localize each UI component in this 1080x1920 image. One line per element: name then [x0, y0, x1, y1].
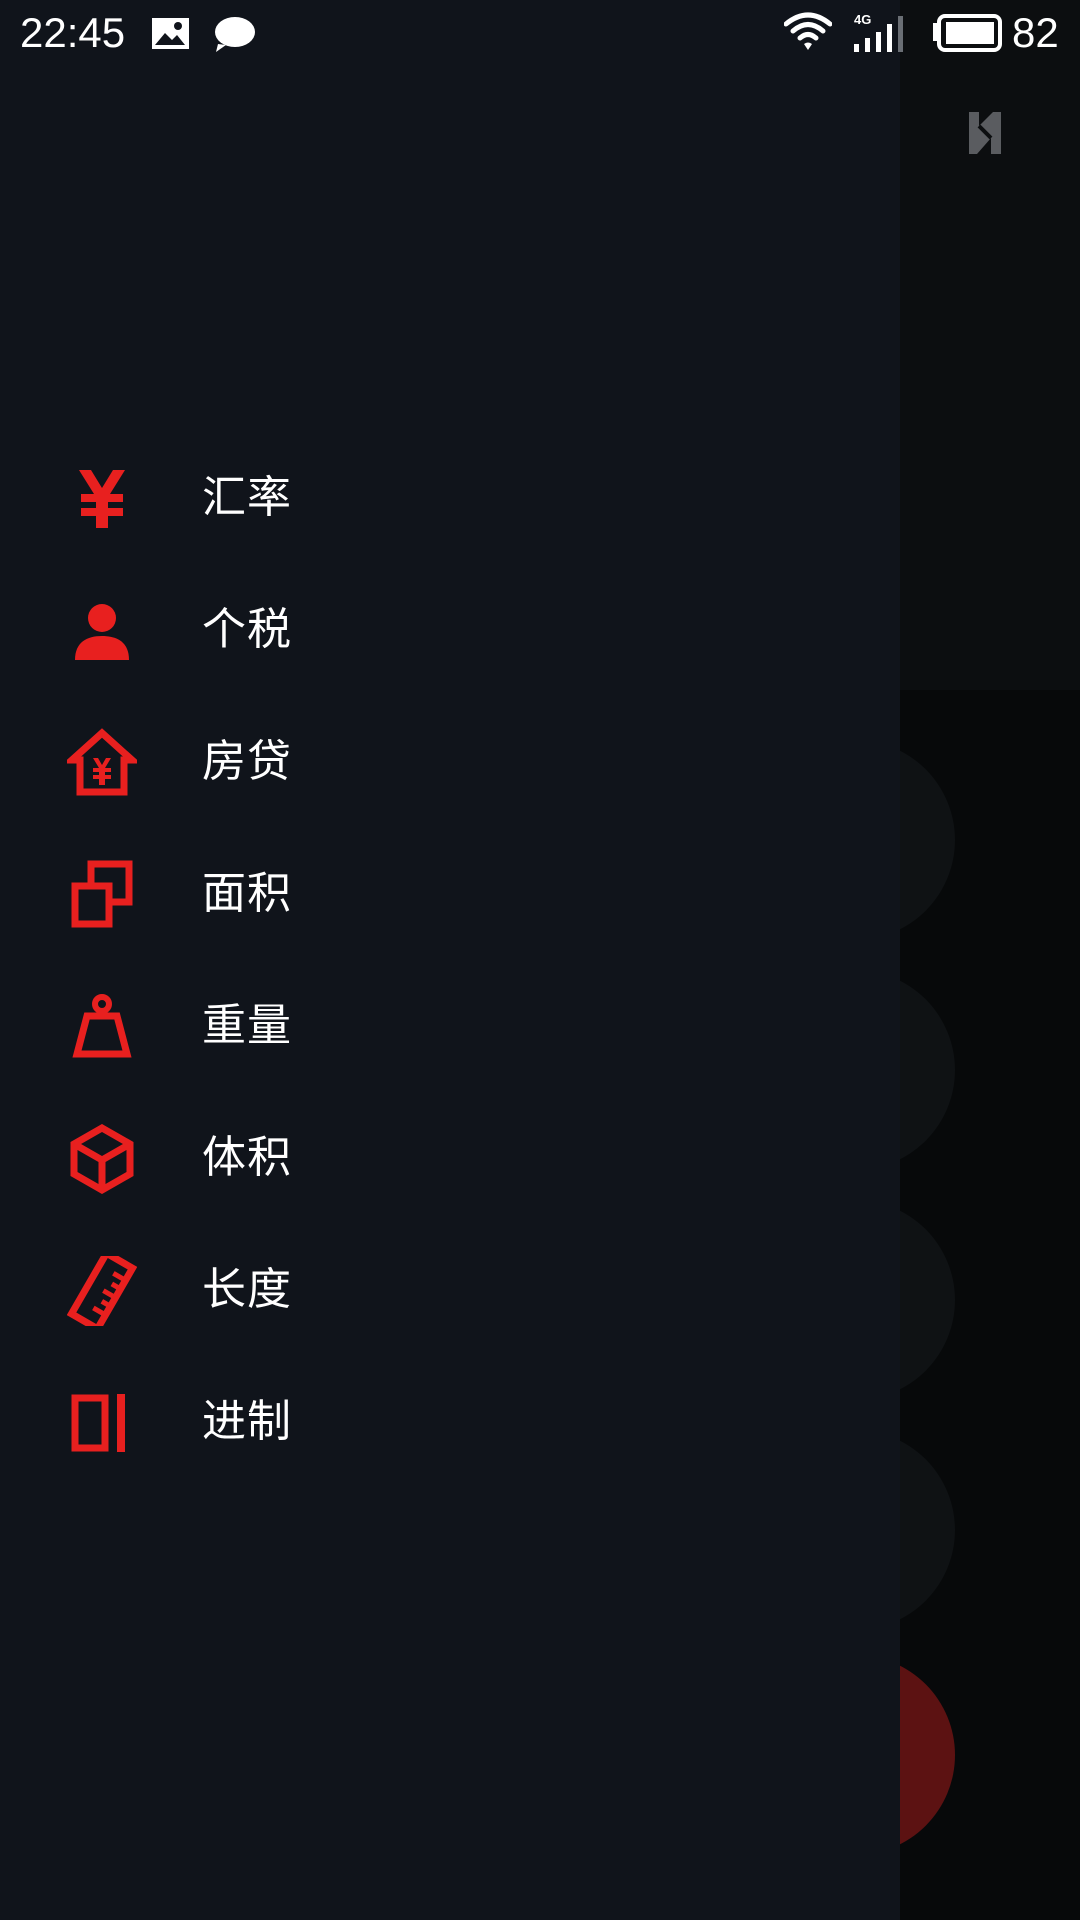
wifi-icon: [784, 12, 832, 50]
menu-item-label: 房贷: [202, 736, 292, 787]
menu-item-label: 汇率: [202, 472, 292, 523]
menu-item-area[interactable]: 面积: [0, 824, 900, 956]
menu-item-label: 重量: [202, 1000, 292, 1051]
area-squares-icon: [71, 860, 133, 928]
battery-level: 82: [1012, 9, 1059, 56]
battery-icon: [933, 14, 1002, 52]
menu-item-label: 长度: [202, 1264, 292, 1315]
person-icon: [75, 604, 129, 660]
screen: 汇率 个税 房贷 面积 重量 体积 长度 进制 22:45 4G 82: [0, 0, 1080, 1920]
house-yen-icon: [67, 728, 137, 796]
menu-item-label: 进制: [202, 1396, 292, 1447]
ruler-icon: [67, 1256, 137, 1326]
menu-item-label: 体积: [202, 1132, 292, 1183]
dim-action-icon[interactable]: [965, 108, 1005, 158]
status-time: 22:45: [20, 9, 126, 56]
menu-item-number-base[interactable]: 进制: [0, 1352, 900, 1484]
menu-item-label: 个税: [202, 604, 292, 655]
status-bar: 22:45 4G 82: [0, 0, 1080, 66]
message-bubble-icon: [215, 17, 255, 52]
signal-icon: 4G: [854, 12, 903, 52]
weight-icon: [72, 994, 132, 1058]
menu-item-income-tax[interactable]: 个税: [0, 560, 900, 692]
yen-icon: [79, 470, 125, 528]
image-icon: [152, 18, 189, 49]
menu-item-weight[interactable]: 重量: [0, 956, 900, 1088]
menu-item-mortgage[interactable]: 房贷: [0, 692, 900, 824]
navigation-drawer: 汇率 个税 房贷 面积 重量 体积 长度 进制: [0, 0, 900, 1920]
number-base-icon: [71, 1394, 125, 1452]
menu-item-label: 面积: [202, 868, 292, 919]
menu-item-length[interactable]: 长度: [0, 1220, 900, 1352]
menu-item-exchange-rate[interactable]: 汇率: [0, 428, 900, 560]
drawer-menu: 汇率 个税 房贷 面积 重量 体积 长度 进制: [0, 428, 900, 1484]
cube-icon: [70, 1124, 134, 1194]
menu-item-volume[interactable]: 体积: [0, 1088, 900, 1220]
network-type-label: 4G: [854, 12, 871, 27]
